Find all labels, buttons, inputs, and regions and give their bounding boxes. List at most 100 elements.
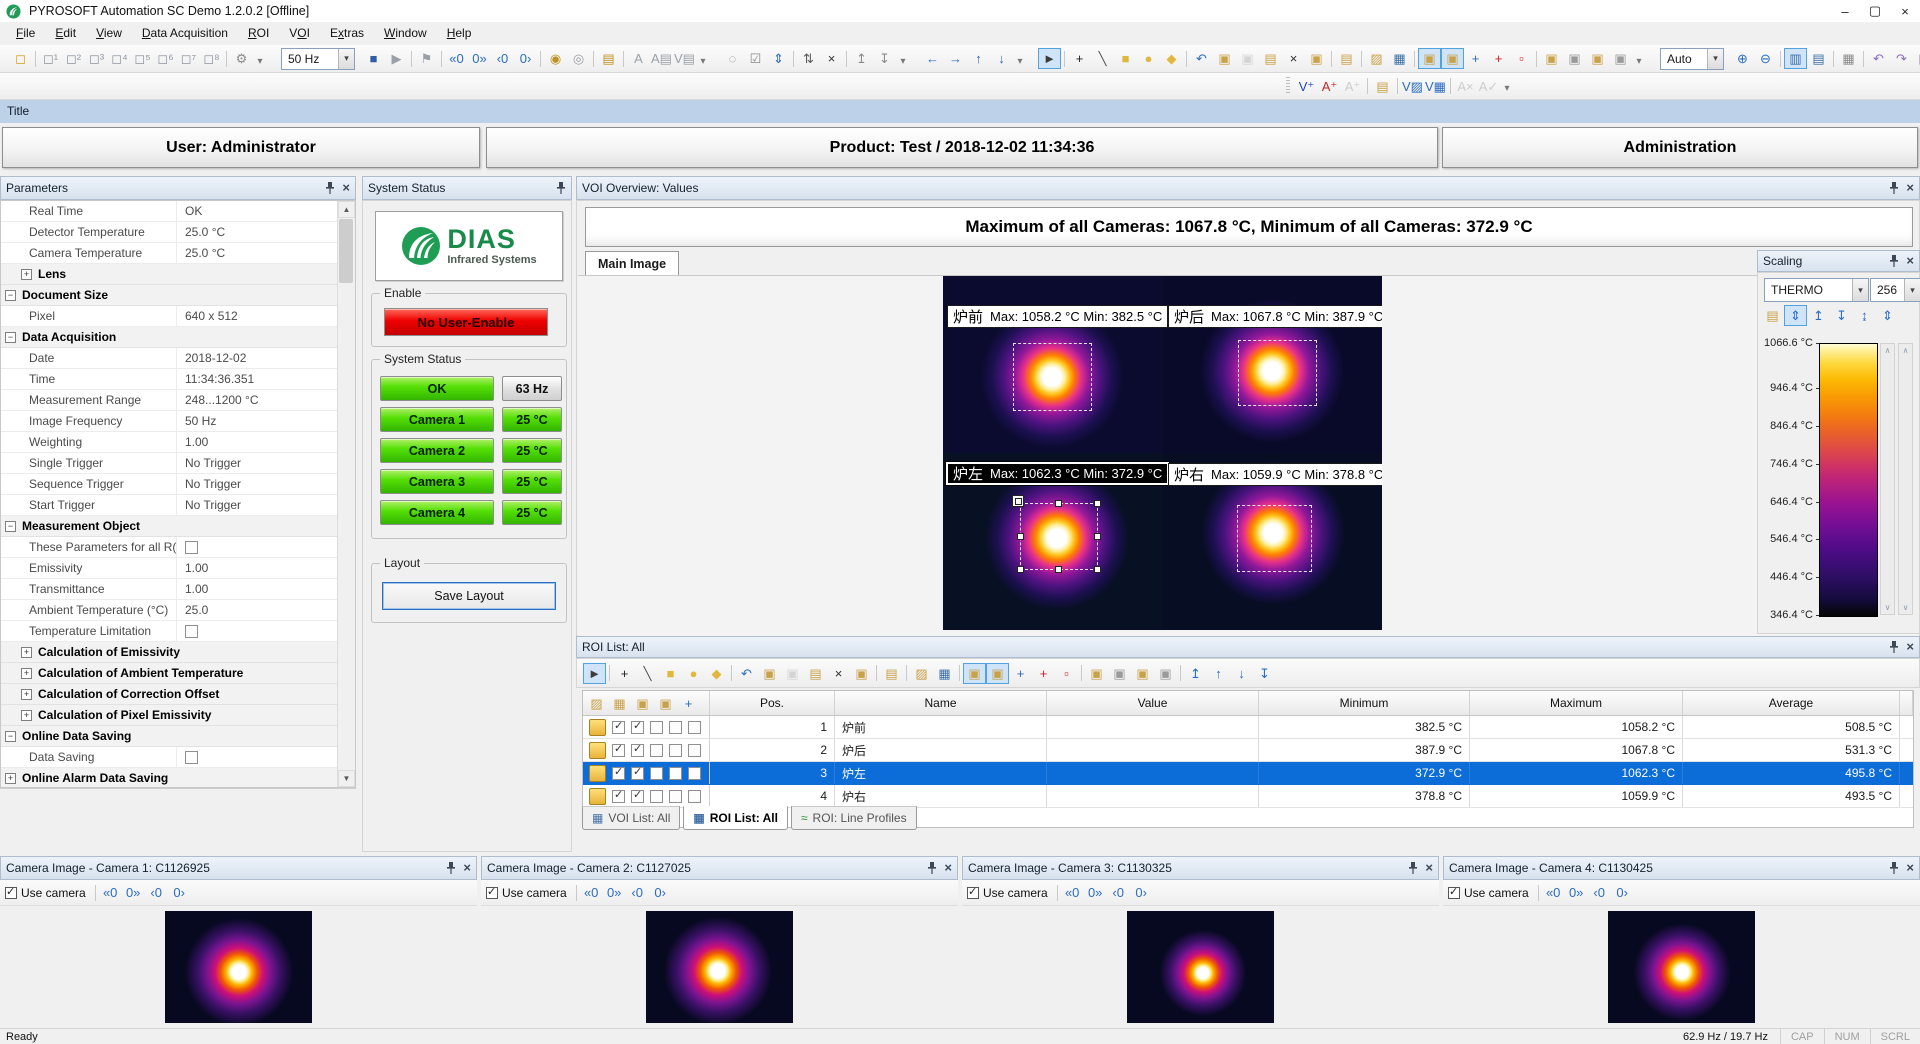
auto-range-icon[interactable]: ⇕: [767, 48, 790, 69]
camera-seq-forward-icon[interactable]: 0»: [1565, 882, 1588, 903]
save-sequence-icon[interactable]: ▤: [597, 48, 620, 69]
scaling-max-fix-icon[interactable]: ↥: [1807, 305, 1830, 326]
show-roi-icon[interactable]: ▣: [1418, 48, 1441, 69]
add-alarm-node-icon[interactable]: +: [1487, 48, 1510, 69]
zoom-mode-combo[interactable]: Auto▾: [1660, 48, 1724, 70]
checkbox[interactable]: [185, 625, 198, 638]
add-node-icon[interactable]: +: [1009, 663, 1032, 684]
scrollbar-thumb[interactable]: [339, 219, 353, 283]
window-layout-8-icon[interactable]: ◻⁸: [200, 48, 223, 69]
scale-min-spinner[interactable]: ∧∨: [1898, 343, 1913, 615]
export-image-icon[interactable]: A▤: [650, 48, 673, 69]
checkbox[interactable]: [185, 541, 198, 554]
voi-report-icon[interactable]: ▤: [1371, 76, 1394, 97]
roi-rectangle-1[interactable]: [1013, 343, 1092, 411]
param-row[interactable]: Camera Temperature25.0 °C: [1, 243, 340, 264]
collapse-icon[interactable]: −: [5, 731, 16, 742]
sequence-forward-icon[interactable]: 0»: [468, 48, 491, 69]
window-layout-3-icon[interactable]: ◻³: [85, 48, 108, 69]
send-to-back-icon[interactable]: ▣: [1108, 663, 1131, 684]
roi-open-icon[interactable]: ▨: [1365, 48, 1388, 69]
expand-icon[interactable]: +: [21, 668, 32, 679]
close-icon[interactable]: ×: [1425, 863, 1433, 873]
camera-2-thermal-image[interactable]: [646, 911, 793, 1023]
roi-save-icon[interactable]: ▦: [1388, 48, 1411, 69]
duplicate-roi-icon[interactable]: ▣: [850, 663, 873, 684]
line-tool-icon[interactable]: ╲: [636, 663, 659, 684]
checkbox[interactable]: [650, 721, 663, 734]
window-layout-7-icon[interactable]: ◻⁷: [177, 48, 200, 69]
scale-max-spinner[interactable]: ∧∨: [1880, 343, 1895, 615]
voi-save-icon[interactable]: V▦: [1424, 76, 1447, 97]
ellipse-tool-icon[interactable]: ●: [682, 663, 705, 684]
copy-attributes-icon[interactable]: ▤: [1259, 48, 1282, 69]
camera-step-back-icon[interactable]: ‹0: [1107, 882, 1130, 903]
copy-attributes-icon[interactable]: ▤: [804, 663, 827, 684]
window-layout-5-icon[interactable]: ◻⁵: [131, 48, 154, 69]
column-maximum[interactable]: Maximum: [1470, 691, 1683, 715]
param-row[interactable]: Time11:34:36.351: [1, 369, 340, 390]
roi-handle[interactable]: [1094, 500, 1101, 507]
checkbox[interactable]: [688, 767, 701, 780]
camera-step-forward-icon[interactable]: 0›: [649, 882, 672, 903]
go-down-icon[interactable]: ↓: [990, 48, 1013, 69]
param-group-row[interactable]: −Data Acquisition: [1, 327, 340, 348]
align-bottom-icon[interactable]: ↧: [873, 48, 896, 69]
delete-node-icon[interactable]: ▫: [1055, 663, 1078, 684]
fit-page-icon[interactable]: ▤: [1807, 48, 1830, 69]
trigger-flag-icon[interactable]: ⚑: [415, 48, 438, 69]
move-top-icon[interactable]: ↥: [1184, 663, 1207, 684]
checkbox[interactable]: [650, 790, 663, 803]
show-labels-icon[interactable]: ▣: [1441, 48, 1464, 69]
use-camera-checkbox[interactable]: [486, 887, 498, 899]
zoom-out-icon[interactable]: ⊖: [1754, 48, 1777, 69]
maximize-icon[interactable]: ▢: [1860, 0, 1890, 22]
flip-horizontal-icon[interactable]: ◧: [1913, 48, 1920, 69]
expand-icon[interactable]: +: [21, 269, 32, 280]
roi-properties-icon[interactable]: ▤: [880, 663, 903, 684]
use-camera-checkbox[interactable]: [1448, 887, 1460, 899]
alarm-relay-icon[interactable]: ◌: [721, 48, 744, 69]
product-button[interactable]: Product: Test / 2018-12-02 11:34:36: [486, 127, 1438, 168]
user-enable-button[interactable]: No User-Enable: [384, 308, 548, 336]
camera-seq-rewind-icon[interactable]: «0: [99, 882, 122, 903]
checkbox[interactable]: [669, 744, 682, 757]
checkbox-checked-icon[interactable]: [612, 721, 625, 734]
fit-window-icon[interactable]: ▥: [1784, 48, 1807, 69]
scaling-min-fix-icon[interactable]: ↧: [1830, 305, 1853, 326]
window-new-icon[interactable]: ◻: [9, 48, 32, 69]
sequence-step-back-icon[interactable]: ‹0: [491, 48, 514, 69]
zoom-in-icon[interactable]: ⊕: [1731, 48, 1754, 69]
checkbox[interactable]: [650, 744, 663, 757]
copy-icon[interactable]: ▣: [1213, 48, 1236, 69]
column-value[interactable]: Value: [1047, 691, 1259, 715]
scroll-up-icon[interactable]: ▲: [338, 201, 355, 218]
rotate-right-icon[interactable]: ↷: [1890, 48, 1913, 69]
show-labels-icon[interactable]: ▣: [986, 663, 1009, 684]
roi-label-2[interactable]: 炉后Max: 1067.8 °C Min: 387.9 °C: [1168, 305, 1382, 328]
menu-view[interactable]: View: [86, 22, 132, 45]
menu-file[interactable]: File: [6, 22, 45, 45]
pin-icon[interactable]: [927, 862, 937, 874]
user-button[interactable]: User: Administrator: [2, 127, 480, 168]
chevron-down-icon[interactable]: ▾: [1707, 49, 1723, 69]
table-row[interactable]: 1 炉前 382.5 °C 1058.2 °C 508.5 °C: [583, 716, 1913, 739]
param-group-row[interactable]: +Lens: [1, 264, 340, 285]
add-node-icon[interactable]: +: [1464, 48, 1487, 69]
ellipse-tool-icon[interactable]: ●: [1137, 48, 1160, 69]
roi-rectangle-4[interactable]: [1237, 505, 1312, 572]
rect-tool-icon[interactable]: ■: [659, 663, 682, 684]
expand-icon[interactable]: +: [5, 773, 16, 784]
spin-up-icon[interactable]: ∧: [1881, 346, 1894, 355]
menu-edit[interactable]: Edit: [45, 22, 86, 45]
point-tool-icon[interactable]: +: [1068, 48, 1091, 69]
expand-icon[interactable]: +: [21, 647, 32, 658]
param-row[interactable]: Date2018-12-02: [1, 348, 340, 369]
roi-label-1[interactable]: 炉前Max: 1058.2 °C Min: 382.5 °C: [947, 305, 1168, 328]
param-row[interactable]: Real TimeOK: [1, 201, 340, 222]
polygon-tool-icon[interactable]: ◆: [1160, 48, 1183, 69]
expand-icon[interactable]: +: [21, 710, 32, 721]
camera-seq-forward-icon[interactable]: 0»: [122, 882, 145, 903]
menu-voi[interactable]: VOI: [279, 22, 320, 45]
col-show-label-icon[interactable]: ▣: [654, 693, 677, 714]
